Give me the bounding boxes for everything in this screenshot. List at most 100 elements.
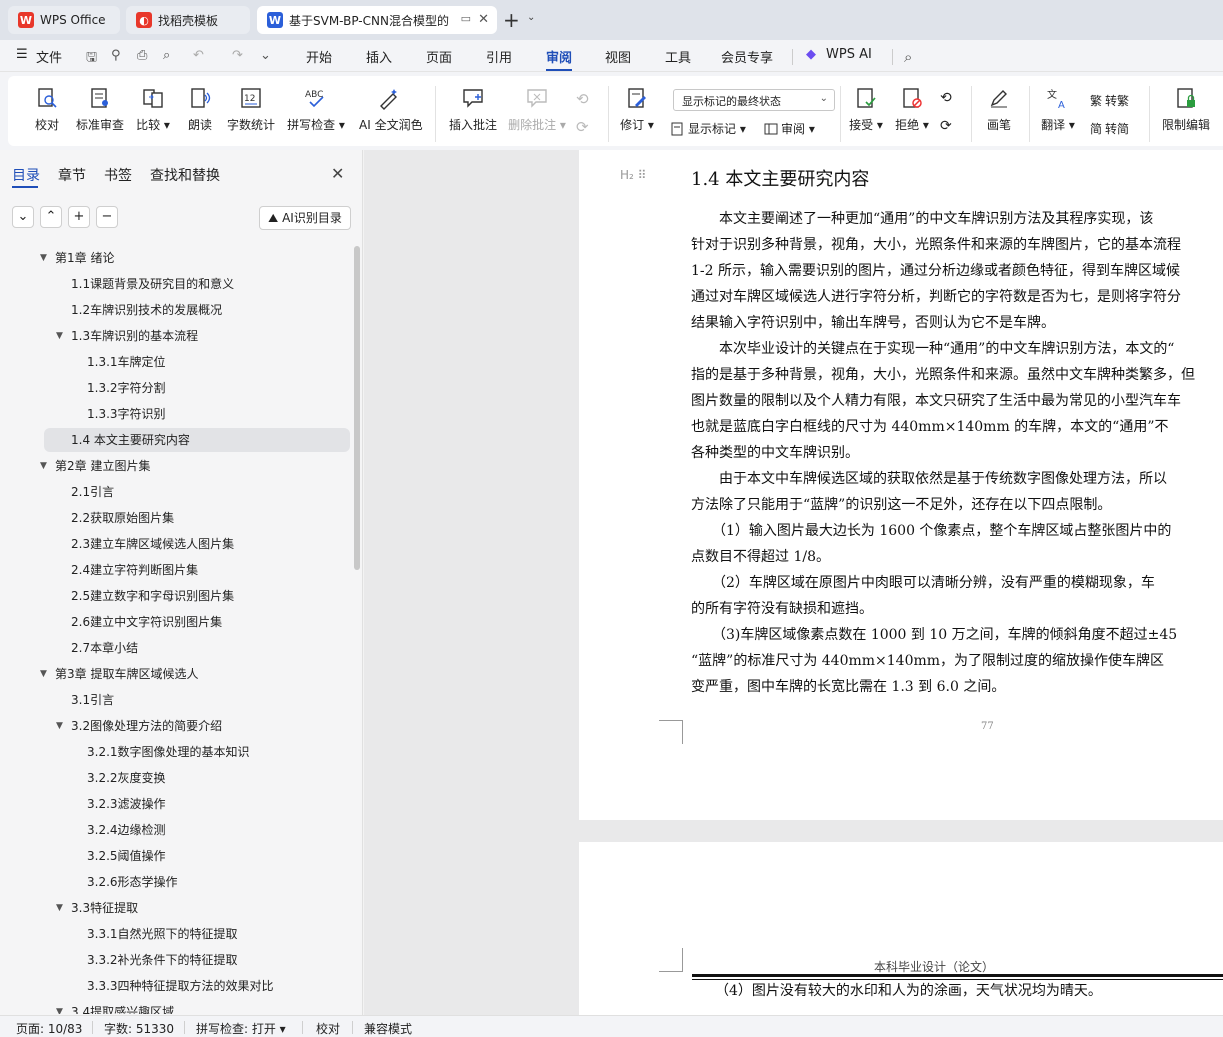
- tab-daoke-templates[interactable]: ◐ 找稻壳模板: [126, 6, 250, 34]
- toc-item[interactable]: ▼ 3.4提取感兴趣区域: [0, 1000, 350, 1014]
- chevron-down-icon[interactable]: ⌄: [527, 12, 535, 23]
- document-canvas[interactable]: H₂ ⠿ 1.4 本文主要研究内容 本文主要阐述了一种更加“通用”的中文车牌识别…: [364, 150, 1223, 1015]
- menu-view[interactable]: 视图: [605, 47, 631, 66]
- caret-down-icon[interactable]: ▼: [56, 714, 63, 738]
- caret-down-icon[interactable]: ▼: [40, 662, 47, 686]
- save-icon[interactable]: 🖫: [86, 48, 97, 70]
- paragraph-line[interactable]: 1-2 所示，输入需要识别的图片，通过分析边缘或者颜色特征，得到车牌区域候: [691, 260, 1223, 280]
- toc-item[interactable]: 1.4 本文主要研究内容: [44, 428, 350, 452]
- toc-item[interactable]: ▼ 1.3车牌识别的基本流程: [0, 324, 350, 348]
- paragraph-line[interactable]: 由于本文中车牌候选区域的获取依然是基于传统数字图像处理方法，所以: [691, 468, 1223, 488]
- menu-insert[interactable]: 插入: [366, 47, 392, 66]
- expand-up-button[interactable]: ⌃: [40, 206, 62, 228]
- toc-item[interactable]: 2.6建立中文字符识别图片集: [0, 610, 350, 634]
- page-indicator[interactable]: 页面: 10/83: [16, 1020, 82, 1037]
- toc-item[interactable]: 3.2.6形态学操作: [0, 870, 350, 894]
- prev-change-icon[interactable]: ⟲: [940, 90, 952, 106]
- restrict-edit-button[interactable]: 限制编辑: [1156, 86, 1216, 133]
- paragraph-line[interactable]: 的所有字符没有缺损和遮挡。: [691, 598, 1223, 618]
- spellcheck-indicator[interactable]: 拼写检查: 打开 ▾: [196, 1020, 286, 1037]
- paragraph-line[interactable]: （1）输入图片最大边长为 1600 个像素点，整个车牌区域占整张图片中的: [691, 520, 1223, 540]
- toc-item[interactable]: 1.3.2字符分割: [0, 376, 350, 400]
- menu-file[interactable]: 文件: [36, 47, 62, 66]
- toc-item[interactable]: 2.5建立数字和字母识别图片集: [0, 584, 350, 608]
- new-tab-icon[interactable]: +: [503, 8, 520, 32]
- menu-references[interactable]: 引用: [486, 47, 512, 66]
- pen-button[interactable]: 画笔: [969, 86, 1029, 133]
- menu-wps-ai[interactable]: WPS AI: [826, 47, 872, 62]
- toc-item[interactable]: 3.3.1自然光照下的特征提取: [0, 922, 350, 946]
- paragraph-line[interactable]: 针对于识别多种背景，视角，大小，光照条件和来源的车牌图片，它的基本流程: [691, 234, 1223, 254]
- section-heading[interactable]: 1.4 本文主要研究内容: [691, 165, 869, 191]
- toc-item[interactable]: ▼ 3.2图像处理方法的简要介绍: [0, 714, 350, 738]
- caret-down-icon[interactable]: ▼: [40, 246, 47, 270]
- caret-down-icon[interactable]: ▼: [56, 896, 63, 920]
- toc-item[interactable]: 3.2.2灰度变换: [0, 766, 350, 790]
- nav-tab-toc[interactable]: 目录: [12, 165, 40, 185]
- menu-page[interactable]: 页面: [426, 47, 452, 66]
- paragraph-line[interactable]: 方法除了只能用于“蓝牌”的识别这一不足外，还存在以下四点限制。: [691, 494, 1223, 514]
- proofread-button[interactable]: 校对: [17, 86, 77, 133]
- toc-item[interactable]: ▼ 第3章 提取车牌区域候选人: [0, 662, 350, 686]
- paragraph-line[interactable]: 点数目不得超过 1/8。: [691, 546, 1223, 566]
- nav-scrollbar[interactable]: [354, 246, 360, 570]
- toc-item[interactable]: 3.2.3滤波操作: [0, 792, 350, 816]
- document-page[interactable]: H₂ ⠿ 1.4 本文主要研究内容 本文主要阐述了一种更加“通用”的中文车牌识别…: [579, 150, 1223, 820]
- paragraph-line[interactable]: 本次毕业设计的关键点在于实现一种“通用”的中文车牌识别方法，本文的“: [691, 338, 1223, 358]
- toc-item[interactable]: 1.1课题背景及研究目的和意义: [0, 272, 350, 296]
- toc-item[interactable]: 2.3建立车牌区域候选人图片集: [0, 532, 350, 556]
- markup-display-select[interactable]: 显示标记的最终状态 ⌄: [673, 89, 835, 111]
- toc-item[interactable]: 2.4建立字符判断图片集: [0, 558, 350, 582]
- toc-item[interactable]: 3.2.5阈值操作: [0, 844, 350, 868]
- toc-item[interactable]: 1.3.3字符识别: [0, 402, 350, 426]
- reject-button[interactable]: 拒绝 ▾: [882, 86, 942, 133]
- spellcheck-button[interactable]: ABC 拼写检查 ▾: [286, 86, 346, 133]
- toc-item[interactable]: ▼ 第2章 建立图片集: [0, 454, 350, 478]
- toc-item[interactable]: 3.3.3四种特征提取方法的效果对比: [0, 974, 350, 998]
- close-icon[interactable]: ✕: [478, 12, 489, 27]
- nav-tab-bookmarks[interactable]: 书签: [104, 165, 132, 185]
- show-markup-button[interactable]: 显示标记 ▾: [671, 120, 746, 137]
- toc-item[interactable]: 2.2获取原始图片集: [0, 506, 350, 530]
- toc-item[interactable]: 3.3.2补光条件下的特征提取: [0, 948, 350, 972]
- toc-item[interactable]: 1.2车牌识别技术的发展概况: [0, 298, 350, 322]
- paragraph-line[interactable]: 指的是基于多种背景，视角，大小，光照条件和来源。虽然中文车牌种类繁多，但: [691, 364, 1223, 384]
- print-preview-icon[interactable]: ⌕: [163, 48, 170, 63]
- toc-item[interactable]: 2.7本章小结: [0, 636, 350, 660]
- monitor-icon[interactable]: ▭: [461, 12, 471, 25]
- paragraph-line[interactable]: （2）车牌区域在原图片中肉眼可以清晰分辨，没有严重的模糊现象，车: [691, 572, 1223, 592]
- proofread-indicator[interactable]: 校对: [316, 1020, 340, 1037]
- caret-down-icon[interactable]: ▼: [56, 1000, 63, 1014]
- caret-down-icon[interactable]: ▼: [40, 454, 47, 478]
- toc-item[interactable]: 3.1引言: [0, 688, 350, 712]
- paragraph-line[interactable]: 图片数量的限制以及个人精力有限，本文只研究了生活中最为常见的小型汽车车: [691, 390, 1223, 410]
- chevron-down-icon[interactable]: ⌄: [260, 48, 271, 63]
- paragraph-line[interactable]: 本文主要阐述了一种更加“通用”的中文车牌识别方法及其程序实现，该: [691, 208, 1223, 228]
- print-icon[interactable]: ⎙: [137, 48, 147, 63]
- tab-wps-office[interactable]: W WPS Office: [8, 6, 120, 34]
- caret-down-icon[interactable]: ▼: [56, 324, 63, 348]
- next-comment-icon[interactable]: ⟳: [576, 118, 589, 136]
- remove-heading-button[interactable]: −: [96, 206, 118, 228]
- menu-member[interactable]: 会员专享: [721, 47, 773, 66]
- collapse-all-button[interactable]: ⌄: [12, 206, 34, 228]
- toc-item[interactable]: ▼ 第1章 绪论: [0, 246, 350, 270]
- paragraph-line[interactable]: 通过对车牌区域候选人进行字符分析，判断它的字符数是否为七，是则将字符分: [691, 286, 1223, 306]
- to-simplified-button[interactable]: 简 转简: [1090, 120, 1129, 137]
- redo-icon[interactable]: ↷: [232, 48, 243, 63]
- paragraph-line[interactable]: （3)车牌区域像素点数在 1000 到 10 万之间，车牌的倾斜角度不超过±45: [691, 624, 1223, 644]
- prev-comment-icon[interactable]: ⟲: [576, 90, 589, 108]
- nav-tab-sections[interactable]: 章节: [58, 165, 86, 185]
- nav-tab-find-replace[interactable]: 查找和替换: [150, 165, 220, 185]
- paragraph-line[interactable]: 各种类型的中文车牌识别。: [691, 442, 1223, 462]
- toc-item[interactable]: ▼ 3.3特征提取: [0, 896, 350, 920]
- next-change-icon[interactable]: ⟳: [940, 118, 952, 134]
- word-count-indicator[interactable]: 字数: 51330: [104, 1020, 174, 1037]
- insert-comment-button[interactable]: 插入批注: [443, 86, 503, 133]
- close-icon[interactable]: ✕: [331, 164, 344, 183]
- review-pane-button[interactable]: 审阅 ▾: [764, 120, 815, 137]
- search-icon[interactable]: ⌕: [904, 48, 912, 66]
- undo-icon[interactable]: ↶: [193, 48, 204, 63]
- word-count-button[interactable]: 12 字数统计: [221, 86, 281, 133]
- ai-polish-button[interactable]: AI 全文润色: [359, 86, 423, 133]
